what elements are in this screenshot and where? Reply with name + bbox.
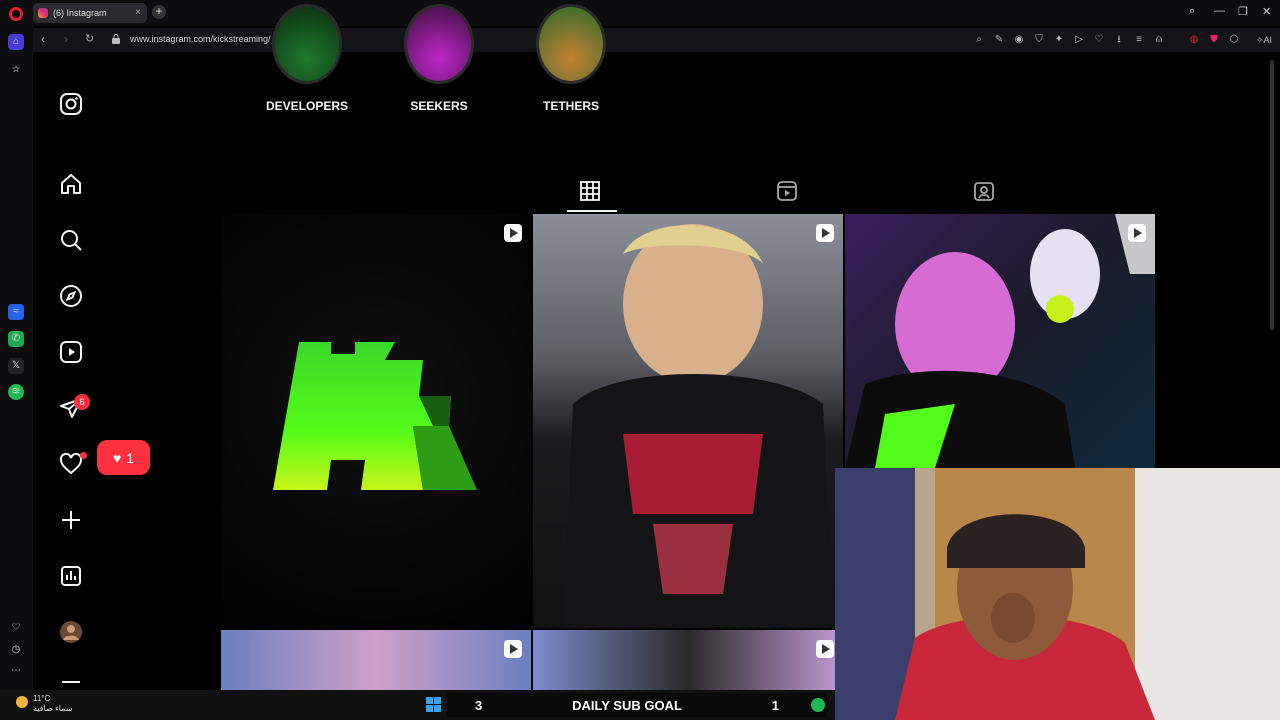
profile-tabs — [221, 172, 1155, 212]
instagram-favicon-icon — [38, 8, 48, 18]
forward-icon[interactable]: › — [64, 32, 68, 46]
heart-sidebar-icon[interactable]: ♡ — [8, 620, 24, 636]
ai-button[interactable]: ✧AI — [1251, 34, 1277, 46]
reel-indicator-icon — [504, 640, 522, 658]
edit-icon[interactable]: ✎ — [993, 34, 1005, 46]
reel-indicator-icon — [816, 224, 834, 242]
bookmarks-icon[interactable]: ☆ — [8, 62, 24, 78]
search-icon[interactable] — [59, 228, 83, 252]
highlight-label: TETHERS — [542, 99, 599, 113]
browser-tab-instagram[interactable]: (6) Instagram × — [33, 3, 147, 23]
tab-tagged-icon[interactable] — [973, 180, 997, 204]
weather-text: سماء صافية — [33, 704, 73, 713]
shield-icon[interactable]: ⛊ — [1208, 34, 1220, 46]
webcam-overlay — [835, 468, 1280, 720]
minimize-icon[interactable]: — — [1214, 5, 1225, 17]
spotify-taskbar-icon[interactable] — [811, 698, 825, 712]
instagram-logo-icon[interactable] — [59, 92, 83, 116]
url-field[interactable]: www.instagram.com/kickstreaming/ — [130, 34, 271, 44]
reel-indicator-icon — [504, 224, 522, 242]
reels-nav-icon[interactable] — [59, 340, 83, 364]
profile-avatar[interactable] — [59, 620, 83, 644]
explore-icon[interactable] — [59, 284, 83, 308]
post-thumbnail-image — [563, 224, 833, 628]
history-icon[interactable]: ◷ — [8, 642, 24, 658]
opera-logo-icon[interactable] — [9, 7, 23, 21]
tab-title: (6) Instagram — [53, 8, 107, 18]
opera-sidebar: ⌂ ☆ ≈ ✆ 𝕏 ≋ ♡ ◷ ⋯ — [0, 26, 33, 690]
active-tab-indicator — [567, 210, 617, 212]
post-tile-racing-driver[interactable] — [845, 214, 1155, 468]
ai-label: AI — [1263, 35, 1273, 45]
post-tile-headset[interactable] — [533, 630, 843, 690]
post-tile-streamer-shirt[interactable] — [533, 214, 843, 628]
messenger-icon[interactable]: ≈ — [8, 304, 24, 320]
dashboard-icon[interactable] — [59, 564, 83, 588]
back-icon[interactable]: ‹ — [41, 32, 45, 46]
close-tab-icon[interactable]: × — [135, 7, 141, 18]
lock-icon — [112, 34, 120, 44]
search-tabs-icon[interactable]: ⌕ — [1189, 5, 1195, 18]
zoom-icon[interactable]: ⌕ — [973, 34, 985, 46]
goal-label: DAILY SUB GOAL — [572, 697, 682, 713]
download-icon[interactable]: ⭳ — [1113, 34, 1125, 46]
reload-icon[interactable]: ↻ — [85, 32, 94, 45]
highlight-cover — [536, 4, 606, 84]
windows-start-icon[interactable] — [426, 697, 441, 712]
close-window-icon[interactable]: ✕ — [1262, 5, 1271, 18]
browser-tabbar: (6) Instagram × + ⌕ — ❐ ✕ — [0, 0, 1280, 26]
messages-badge: 6 — [74, 394, 90, 410]
instagram-nav: 6 — [33, 52, 113, 690]
post-thumbnail-image — [845, 214, 1155, 468]
taskbar: 11°C سماء صافية 3 DAILY SUB GOAL 1 — [0, 690, 835, 720]
notification-dot — [80, 452, 87, 459]
goal-current: 3 — [475, 697, 483, 713]
tab-reels-icon[interactable] — [776, 180, 800, 204]
reel-indicator-icon — [816, 640, 834, 658]
player-icon[interactable]: ▷ — [1073, 34, 1085, 46]
screen: (6) Instagram × + ⌕ — ❐ ✕ ‹ › ↻ www.inst… — [0, 0, 1280, 720]
highlight-cover — [272, 4, 342, 84]
home-icon[interactable] — [59, 172, 83, 196]
profile-icon[interactable]: ⍝ — [1153, 34, 1165, 46]
create-icon[interactable] — [59, 508, 83, 532]
reel-indicator-icon — [1128, 224, 1146, 242]
cube-icon[interactable]: ⬡ — [1228, 34, 1240, 46]
home-speed-dial-icon[interactable]: ⌂ — [8, 34, 24, 50]
tab-posts-grid-icon[interactable] — [579, 180, 603, 204]
post-tile-kick-logo[interactable] — [221, 214, 531, 628]
extension-icon[interactable]: ✦ — [1053, 34, 1065, 46]
whatsapp-icon[interactable]: ✆ — [8, 331, 24, 347]
adblock-icon[interactable]: ⛉ — [1033, 34, 1045, 46]
highlight-cover — [404, 4, 474, 84]
x-twitter-icon[interactable]: 𝕏 — [8, 358, 24, 374]
menu-icon[interactable]: ≡ — [1133, 34, 1145, 46]
highlight-label: SEEKERS — [410, 99, 468, 113]
highlight-label: DEVELOPERS — [265, 99, 349, 113]
restore-icon[interactable]: ❐ — [1238, 5, 1248, 18]
page-scrollbar[interactable] — [1270, 60, 1274, 330]
kick-logo-image — [273, 342, 477, 490]
goal-target: 1 — [771, 697, 779, 713]
address-bar: ‹ › ↻ www.instagram.com/kickstreaming/ ⌕… — [33, 28, 1280, 52]
new-tab-button[interactable]: + — [152, 5, 166, 19]
snapshot-icon[interactable]: ◉ — [1013, 34, 1025, 46]
more-icon[interactable]: ⋯ — [8, 663, 24, 679]
post-tile-hearts[interactable] — [221, 630, 531, 690]
spotify-icon[interactable]: ≋ — [8, 384, 24, 400]
weather-moon-icon — [16, 696, 28, 708]
webcam-image — [835, 468, 1280, 720]
heart-icon[interactable]: ♡ — [1093, 34, 1105, 46]
vpn-icon[interactable]: ◍ — [1188, 34, 1200, 46]
sub-goal-overlay: 3 DAILY SUB GOAL 1 — [447, 693, 827, 717]
temperature: 11°C — [33, 694, 51, 703]
